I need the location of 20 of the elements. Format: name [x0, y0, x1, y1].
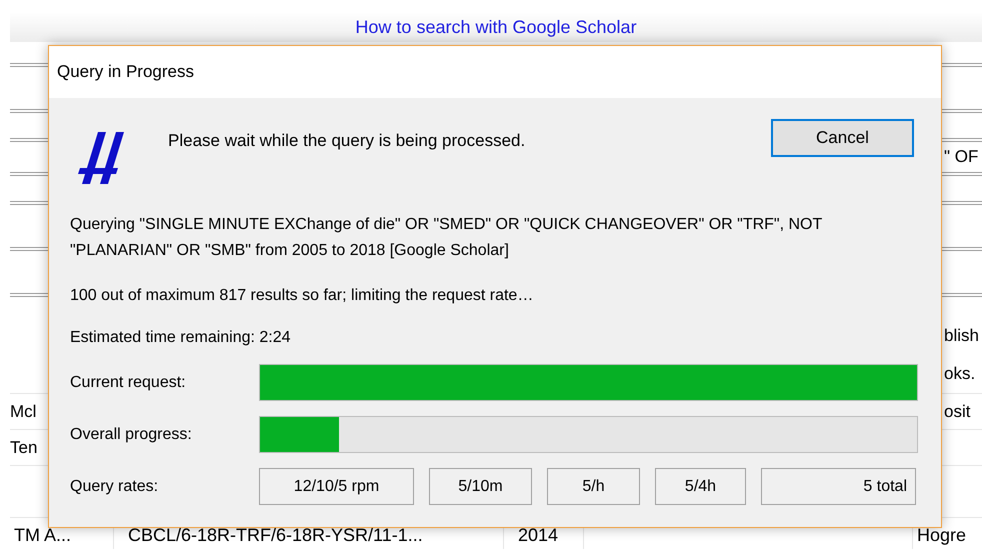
progress-label: Current request:	[70, 372, 187, 392]
cell-text: blish	[944, 325, 980, 348]
cell-text: oks.	[944, 362, 976, 385]
cell-text: osit	[944, 400, 972, 423]
rates-label: Query rates:	[70, 476, 160, 496]
cell-text: Ten	[10, 436, 38, 459]
cell-text: Mcl	[10, 400, 38, 423]
query-text: " OF	[944, 146, 980, 168]
status-text: 100 out of maximum 817 results so far; limiting the request rate…	[70, 286, 534, 306]
rate-field: 5/h	[547, 468, 640, 505]
rate-field: 12/10/5 rpm	[259, 468, 414, 505]
rate-field: 5/10m	[429, 468, 532, 505]
wait-message: Please wait while the query is being processed.	[168, 130, 526, 152]
time-remaining: Estimated time remaining: 2:24	[70, 328, 292, 348]
query-description: Querying "SINGLE MINUTE EXChange of die" OR "SMED" OR "QUICK CHANGEOVER" OR "TRF", NOT "PLANARIAN" OR "SMB" from 2005 to 2018 [Google Scholar]	[70, 215, 823, 261]
cancel-button[interactable]: Cancel	[771, 119, 914, 157]
rate-field: 5 total	[761, 468, 916, 505]
dialog-title: Query in Progress	[57, 61, 194, 84]
progress-label: Overall progress:	[70, 424, 193, 444]
rate-field: 5/4h	[655, 468, 746, 505]
